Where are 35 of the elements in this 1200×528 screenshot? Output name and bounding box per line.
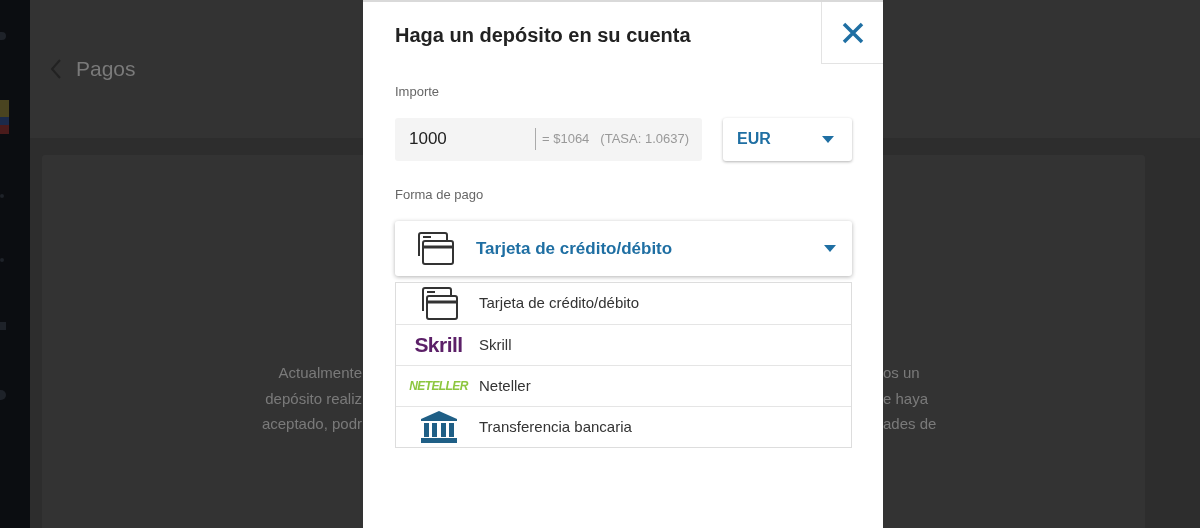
- notice-text: Actualmente: [278, 363, 362, 383]
- notice-text: depósito realiz: [265, 388, 362, 409]
- option-label: Skrill: [479, 334, 512, 355]
- sidebar-icon[interactable]: [0, 32, 6, 40]
- amount-label: Importe: [395, 83, 440, 101]
- page-title: Pagos: [76, 56, 136, 83]
- currency-dropdown[interactable]: EUR: [723, 117, 852, 161]
- dialog-title: Haga un depósito en su cuenta: [395, 23, 691, 48]
- caret-icon: [822, 135, 834, 143]
- option-label: Neteller: [479, 375, 531, 396]
- notice-text: aceptado, podr: [261, 414, 362, 434]
- rate-text: (TASA: 1.0637): [600, 130, 689, 149]
- payment-dropdown[interactable]: Tarjeta de crédito/débito: [395, 221, 852, 276]
- bank-icon: [419, 410, 458, 444]
- caret-icon: [824, 245, 836, 252]
- neteller-logo: NETELLER: [409, 378, 468, 395]
- notice-text: ades de: [883, 414, 937, 434]
- amount-field[interactable]: 1000 = $1064 (TASA: 1.0637): [395, 117, 702, 161]
- close-button[interactable]: [821, 2, 883, 64]
- payment-option[interactable]: NETELLER Neteller: [396, 365, 851, 406]
- credit-card-icon: [415, 231, 455, 266]
- close-icon: [841, 21, 864, 44]
- option-label: Transferencia bancaria: [479, 416, 632, 437]
- notice-text: os un: [883, 363, 920, 383]
- payment-option[interactable]: Tarjeta de crédito/débito: [396, 283, 851, 324]
- conversion-text: = $1064: [542, 130, 590, 149]
- payment-option[interactable]: Skrill Skrill: [396, 324, 851, 365]
- sidebar-icon[interactable]: [0, 322, 6, 330]
- payment-label: Forma de pago: [395, 185, 484, 204]
- flag-icon[interactable]: [0, 100, 9, 134]
- payment-option[interactable]: Transferencia bancaria: [396, 406, 851, 447]
- skrill-logo: Skrill: [414, 332, 463, 359]
- amount-value: 1000: [409, 128, 448, 151]
- option-label: Tarjeta de crédito/débito: [479, 293, 640, 314]
- notice-text: e haya: [883, 388, 929, 409]
